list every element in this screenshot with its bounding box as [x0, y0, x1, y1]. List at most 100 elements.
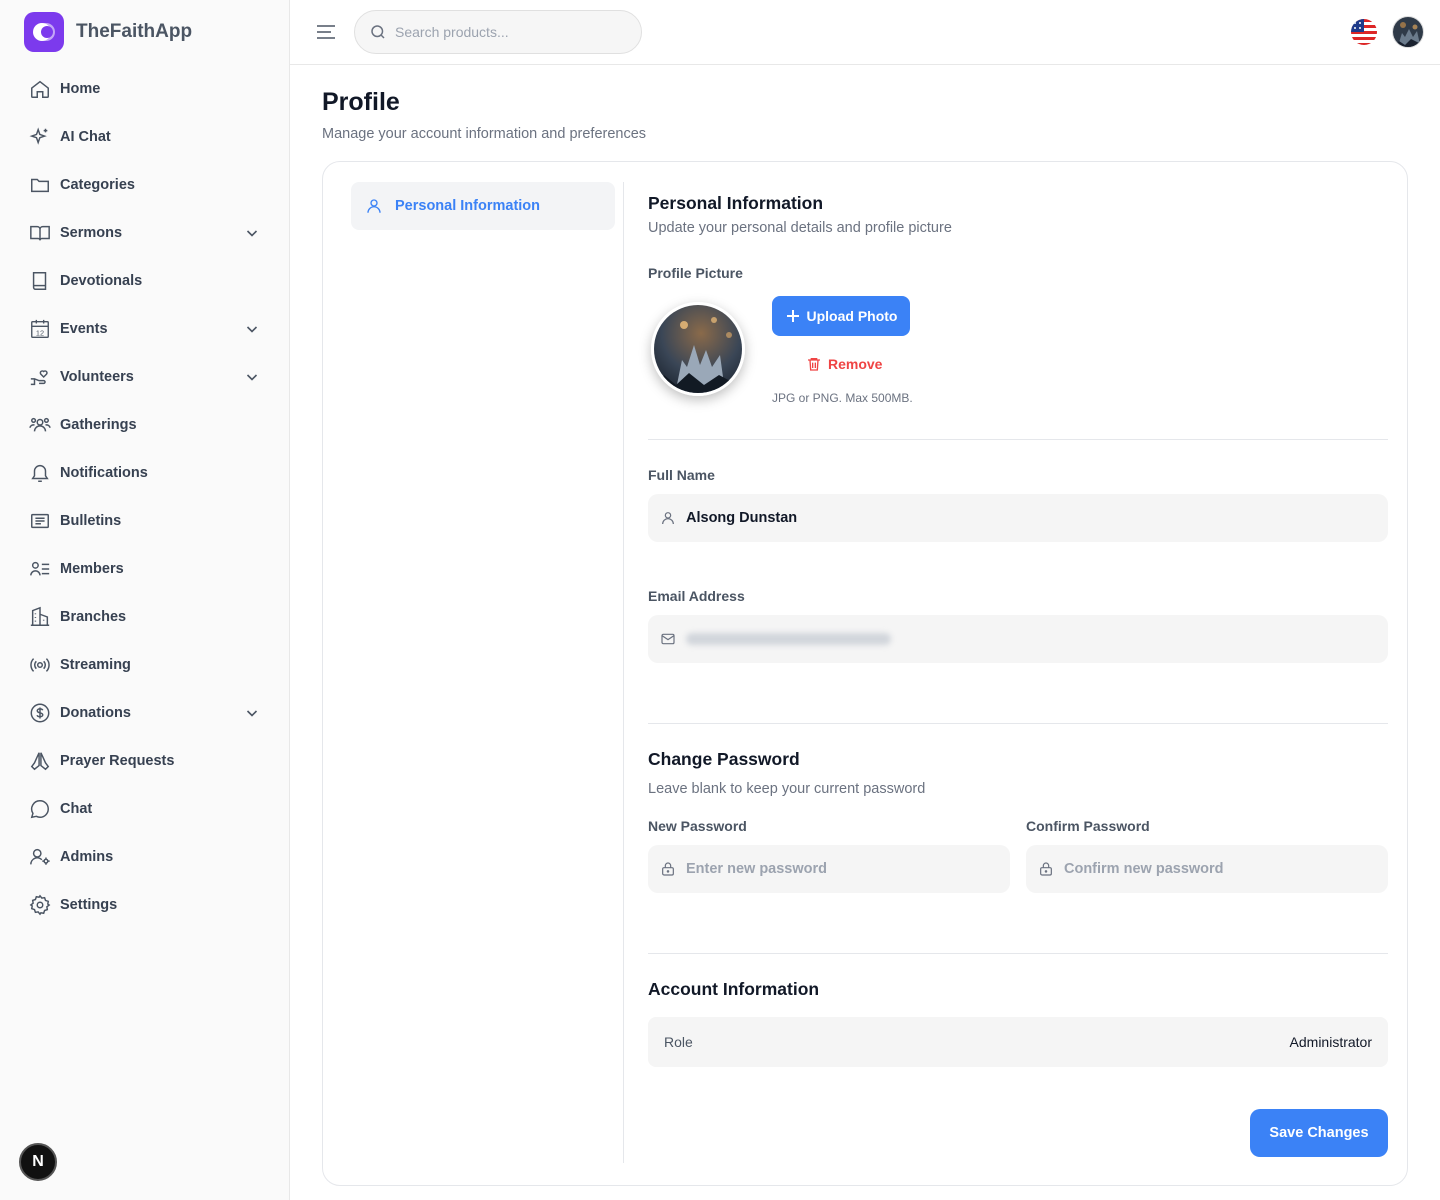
- dev-tools-badge[interactable]: N: [19, 1143, 57, 1181]
- photo-hint: JPG or PNG. Max 500MB.: [772, 391, 913, 405]
- new-password-field[interactable]: [648, 845, 1010, 893]
- broadcast-icon: [28, 653, 52, 677]
- chevron-down-icon[interactable]: [244, 705, 260, 721]
- plus-icon: [786, 310, 799, 322]
- tab-label: Personal Information: [395, 198, 541, 214]
- sidebar-item-label: AI Chat: [60, 129, 111, 145]
- sidebar-item-categories[interactable]: Categories: [16, 161, 274, 209]
- sidebar: TheFaithApp Home AI Chat Categories Serm…: [0, 0, 290, 1200]
- role-label: Role: [664, 1034, 693, 1050]
- search-bar[interactable]: [354, 10, 642, 54]
- remove-photo-label: Remove: [828, 356, 883, 372]
- user-avatar[interactable]: [1392, 16, 1424, 48]
- sidebar-item-streaming[interactable]: Streaming: [16, 641, 274, 689]
- page-title: Profile: [322, 88, 400, 116]
- tab-personal-information[interactable]: Personal Information: [351, 182, 615, 230]
- sidebar-item-sermons[interactable]: Sermons: [16, 209, 274, 257]
- lock-icon: [662, 862, 674, 876]
- full-name-field[interactable]: [648, 494, 1388, 542]
- topbar: [290, 0, 1440, 65]
- sidebar-item-label: Chat: [60, 801, 93, 817]
- upload-photo-button[interactable]: Upload Photo: [772, 296, 910, 336]
- mail-icon: [661, 633, 675, 645]
- bell-icon: [28, 461, 52, 485]
- calendar-day: 12: [36, 328, 44, 337]
- email-input-blurred[interactable]: [686, 633, 891, 645]
- sidebar-item-label: Volunteers: [60, 369, 134, 385]
- sidebar-item-label: Notifications: [60, 465, 148, 481]
- lock-icon: [1040, 862, 1052, 876]
- sidebar-item-label: Gatherings: [60, 417, 137, 433]
- search-icon: [369, 23, 387, 41]
- sidebar-item-ai-chat[interactable]: AI Chat: [16, 113, 274, 161]
- sparkles-icon: [28, 125, 52, 149]
- role-row: Role Administrator: [648, 1017, 1388, 1067]
- confirm-password-label: Confirm Password: [1026, 818, 1150, 834]
- sidebar-item-devotionals[interactable]: Devotionals: [16, 257, 274, 305]
- search-input[interactable]: [395, 24, 625, 40]
- sidebar-item-label: Members: [60, 561, 124, 577]
- calendar-icon: 12: [28, 317, 52, 341]
- remove-photo-button[interactable]: Remove: [806, 352, 882, 376]
- sidebar-item-prayer-requests[interactable]: Prayer Requests: [16, 737, 274, 785]
- sidebar-item-label: Events: [60, 321, 108, 337]
- sidebar-item-label: Prayer Requests: [60, 753, 175, 769]
- role-value: Administrator: [1289, 1034, 1372, 1050]
- sidebar-item-label: Devotionals: [60, 273, 143, 289]
- book-icon: [28, 269, 52, 293]
- book-open-icon: [28, 221, 52, 245]
- sidebar-item-label: Bulletins: [60, 513, 122, 529]
- praying-hands-icon: [28, 749, 52, 773]
- profile-card: Personal Information Personal Informatio…: [322, 161, 1408, 1186]
- upload-photo-label: Upload Photo: [806, 308, 898, 324]
- brand-name: TheFaithApp: [76, 21, 193, 42]
- folder-icon: [28, 173, 52, 197]
- change-password-subtitle: Leave blank to keep your current passwor…: [648, 781, 926, 797]
- personal-info-title: Personal Information: [648, 193, 824, 213]
- home-icon: [28, 77, 52, 101]
- page-subtitle: Manage your account information and pref…: [322, 126, 647, 142]
- new-password-input[interactable]: [686, 861, 1001, 877]
- profile-picture: [651, 302, 745, 396]
- sidebar-item-notifications[interactable]: Notifications: [16, 449, 274, 497]
- message-circle-icon: [28, 797, 52, 821]
- user-list-icon: [28, 557, 52, 581]
- us-flag-icon[interactable]: [1351, 19, 1377, 45]
- menu-toggle-icon[interactable]: [314, 20, 338, 44]
- chevron-down-icon[interactable]: [244, 321, 260, 337]
- sidebar-item-settings[interactable]: Settings: [16, 881, 274, 929]
- sidebar-item-label: Branches: [60, 609, 127, 625]
- divider: [623, 182, 624, 1163]
- sidebar-item-gatherings[interactable]: Gatherings: [16, 401, 274, 449]
- sidebar-item-donations[interactable]: Donations: [16, 689, 274, 737]
- email-label: Email Address: [648, 588, 745, 604]
- user-icon: [662, 512, 674, 525]
- full-name-label: Full Name: [648, 467, 715, 483]
- hand-heart-icon: [28, 365, 52, 389]
- sidebar-item-label: Sermons: [60, 225, 123, 241]
- sidebar-item-bulletins[interactable]: Bulletins: [16, 497, 274, 545]
- sidebar-item-branches[interactable]: Branches: [16, 593, 274, 641]
- confirm-password-field[interactable]: [1026, 845, 1388, 893]
- full-name-input[interactable]: [686, 510, 1342, 526]
- brand[interactable]: TheFaithApp: [24, 12, 192, 52]
- sidebar-item-events[interactable]: 12 Events: [16, 305, 274, 353]
- users-icon: [28, 413, 52, 437]
- sidebar-nav: Home AI Chat Categories Sermons Devotion…: [16, 65, 274, 929]
- chevron-down-icon[interactable]: [244, 369, 260, 385]
- sidebar-item-volunteers[interactable]: Volunteers: [16, 353, 274, 401]
- chevron-down-icon[interactable]: [244, 225, 260, 241]
- sidebar-item-label: Categories: [60, 177, 135, 193]
- sidebar-item-chat[interactable]: Chat: [16, 785, 274, 833]
- sidebar-item-admins[interactable]: Admins: [16, 833, 274, 881]
- app-logo-icon: [24, 12, 64, 52]
- save-changes-button[interactable]: Save Changes: [1250, 1109, 1388, 1157]
- email-field[interactable]: [648, 615, 1388, 663]
- confirm-password-input[interactable]: [1064, 861, 1379, 877]
- account-info-title: Account Information: [648, 979, 820, 999]
- newspaper-icon: [28, 509, 52, 533]
- sidebar-item-home[interactable]: Home: [16, 65, 274, 113]
- sidebar-item-members[interactable]: Members: [16, 545, 274, 593]
- sidebar-item-label: Donations: [60, 705, 131, 721]
- sidebar-item-label: Streaming: [60, 657, 131, 673]
